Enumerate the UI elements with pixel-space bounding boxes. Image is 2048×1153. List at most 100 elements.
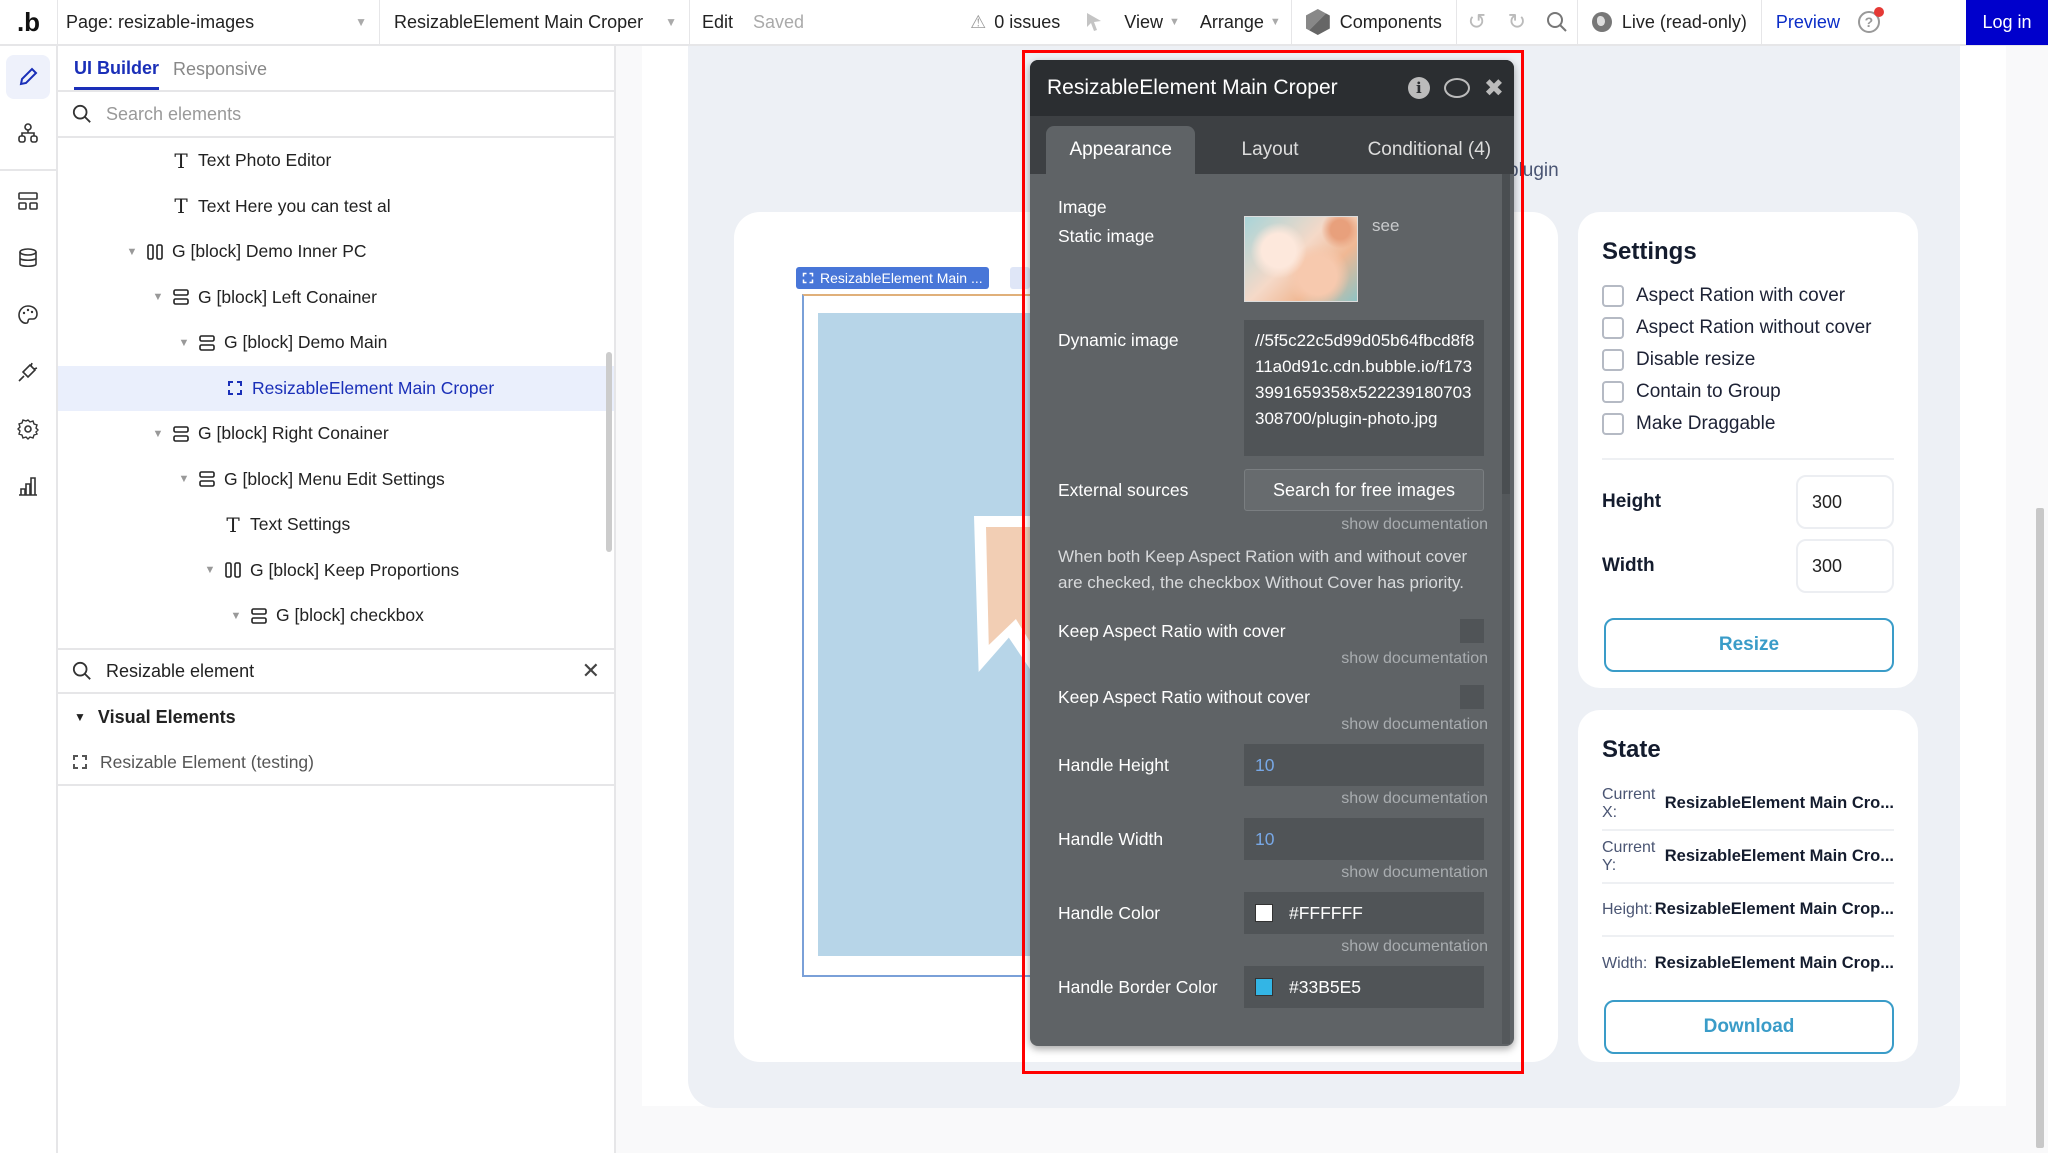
dynamic-image-input[interactable]: //5f5c22c5d99d05b64fbcd8f811a0d91c.cdn.b… — [1244, 320, 1484, 456]
collapse-triangle-icon[interactable]: ▼ — [174, 473, 194, 485]
checkbox[interactable] — [1602, 317, 1624, 339]
tree-scrollbar[interactable] — [606, 352, 612, 552]
column-group-icon — [168, 425, 194, 443]
visual-elements-section[interactable]: ▼ Visual Elements — [58, 694, 614, 740]
edit-status: Edit Saved — [690, 0, 816, 44]
collapse-triangle-icon[interactable]: ▼ — [148, 291, 168, 303]
components-button[interactable]: Components — [1290, 0, 1457, 44]
checkbox[interactable] — [1602, 413, 1624, 435]
keep-aspect-cover-label: Keep Aspect Ratio with cover — [1058, 620, 1286, 641]
selected-element-label[interactable]: ResizableElement Main ... — [796, 267, 989, 289]
element-search[interactable]: Search elements — [58, 92, 614, 138]
handle-color-input[interactable]: #FFFFFF — [1244, 892, 1484, 934]
edit-menu[interactable]: Edit — [702, 12, 733, 33]
canvas-scrollbar[interactable] — [2036, 508, 2044, 1148]
palette-result-item[interactable]: Resizable Element (testing) — [58, 740, 614, 786]
help-button[interactable]: ? — [1854, 0, 1884, 44]
page-selector[interactable]: Page: resizable-images ▼ — [58, 0, 380, 44]
collapse-triangle-icon[interactable]: ▼ — [148, 428, 168, 440]
data-types-icon[interactable] — [6, 179, 50, 223]
collapse-triangle-icon[interactable]: ▼ — [174, 337, 194, 349]
tab-layout[interactable]: Layout — [1195, 126, 1344, 174]
palette-search-input[interactable]: Resizable element — [106, 661, 254, 682]
tree-item[interactable]: T Text Here you can test al — [58, 184, 614, 230]
show-documentation-link[interactable]: show documentation — [1058, 864, 1488, 882]
collapse-triangle-icon[interactable]: ▼ — [226, 610, 246, 622]
settings-gear-icon[interactable] — [6, 407, 50, 451]
search-elements-input[interactable]: Search elements — [106, 104, 241, 125]
color-swatch[interactable] — [1255, 978, 1273, 996]
width-input[interactable]: 300 — [1796, 539, 1894, 593]
issues-button[interactable]: ⚠ 0 issues — [956, 12, 1074, 33]
cursor-icon[interactable] — [1074, 0, 1114, 44]
tab-conditional[interactable]: Conditional (4) — [1345, 126, 1514, 174]
view-menu[interactable]: View ▼ — [1114, 12, 1190, 33]
keep-aspect-no-cover-checkbox[interactable] — [1460, 685, 1484, 709]
checkbox-disable-resize[interactable]: Disable resize — [1602, 344, 1894, 376]
palette-icon[interactable] — [6, 293, 50, 337]
row-group-icon — [142, 243, 168, 261]
checkbox-aspect-cover[interactable]: Aspect Ration with cover — [1602, 280, 1894, 312]
keep-aspect-cover-checkbox[interactable] — [1460, 619, 1484, 643]
height-input[interactable]: 300 — [1796, 475, 1894, 529]
search-free-images-button[interactable]: Search for free images — [1244, 469, 1484, 511]
element-selector[interactable]: ResizableElement Main Croper ▼ — [380, 0, 690, 44]
show-documentation-link[interactable]: show documentation — [1058, 650, 1488, 668]
preview-button[interactable]: Preview — [1762, 12, 1854, 33]
arrange-menu[interactable]: Arrange ▼ — [1190, 12, 1291, 33]
resize-button[interactable]: Resize — [1604, 618, 1894, 672]
color-swatch[interactable] — [1255, 904, 1273, 922]
collapse-triangle-icon[interactable]: ▼ — [122, 246, 142, 258]
editor-header[interactable]: ResizableElement Main Croper i ✖ — [1030, 60, 1514, 116]
checkbox-contain-group[interactable]: Contain to Group — [1602, 376, 1894, 408]
handle-height-input[interactable]: 10 — [1244, 744, 1484, 786]
plugin-icon[interactable] — [6, 350, 50, 394]
undo-icon[interactable]: ↺ — [1457, 0, 1497, 44]
tree-item[interactable]: ▼ G [block] checkbox — [58, 593, 614, 639]
clear-search-icon[interactable]: ✕ — [582, 658, 600, 684]
show-documentation-link[interactable]: show documentation — [1058, 516, 1488, 534]
checkbox[interactable] — [1602, 349, 1624, 371]
collapse-triangle-icon[interactable]: ▼ — [200, 564, 220, 576]
checkbox[interactable] — [1602, 285, 1624, 307]
tab-appearance[interactable]: Appearance — [1046, 126, 1196, 174]
tree-item[interactable]: ▼ G [block] Demo Inner PC — [58, 229, 614, 275]
show-documentation-link[interactable]: show documentation — [1058, 938, 1488, 956]
info-icon[interactable]: i — [1407, 77, 1430, 99]
search-icon[interactable] — [1537, 0, 1577, 44]
redo-icon[interactable]: ↻ — [1497, 0, 1537, 44]
tree-item[interactable]: ▼ G [block] Right Conainer — [58, 411, 614, 457]
handle-width-input[interactable]: 10 — [1244, 818, 1484, 860]
tree-item[interactable]: T Text Photo Editor — [58, 138, 614, 184]
handle-width-label: Handle Width — [1058, 828, 1164, 849]
tree-item-selected[interactable]: ResizableElement Main Croper — [58, 365, 614, 411]
checkbox-aspect-no-cover[interactable]: Aspect Ration without cover — [1602, 312, 1894, 344]
design-tab-pencil-icon[interactable] — [6, 55, 50, 99]
database-icon[interactable] — [6, 236, 50, 280]
live-version-selector[interactable]: Live (read-only) — [1576, 0, 1762, 44]
warning-icon: ⚠ — [970, 11, 987, 32]
bubble-logo[interactable]: .b — [0, 0, 58, 44]
close-icon[interactable]: ✖ — [1484, 74, 1504, 103]
download-button[interactable]: Download — [1604, 1000, 1894, 1054]
state-value: ResizableElement Main Crop... — [1654, 900, 1894, 918]
checkbox[interactable] — [1602, 381, 1624, 403]
checkbox-draggable[interactable]: Make Draggable — [1602, 408, 1894, 440]
tree-item[interactable]: ▼ G [block] Keep Proportions — [58, 548, 614, 594]
show-documentation-link[interactable]: show documentation — [1058, 790, 1488, 808]
show-documentation-link[interactable]: show documentation — [1058, 716, 1488, 734]
tree-item[interactable]: T Text Settings — [58, 502, 614, 548]
tree-item[interactable]: ▼ G [block] Menu Edit Settings — [58, 457, 614, 503]
tree-item[interactable]: ▼ G [block] Left Conainer — [58, 275, 614, 321]
login-button[interactable]: Log in — [1966, 0, 2048, 45]
tab-responsive[interactable]: Responsive — [173, 59, 267, 90]
see-image-link[interactable]: see — [1372, 216, 1399, 320]
comment-icon[interactable] — [1443, 78, 1470, 98]
handle-border-color-input[interactable]: #33B5E5 — [1244, 966, 1484, 1008]
palette-search[interactable]: Resizable element ✕ — [58, 648, 614, 694]
logs-chart-icon[interactable] — [6, 464, 50, 508]
workflow-tree-icon[interactable] — [6, 111, 50, 155]
tab-ui-builder[interactable]: UI Builder — [74, 58, 160, 90]
tree-item[interactable]: ▼ G [block] Demo Main — [58, 320, 614, 366]
static-image-thumbnail[interactable] — [1244, 216, 1358, 302]
